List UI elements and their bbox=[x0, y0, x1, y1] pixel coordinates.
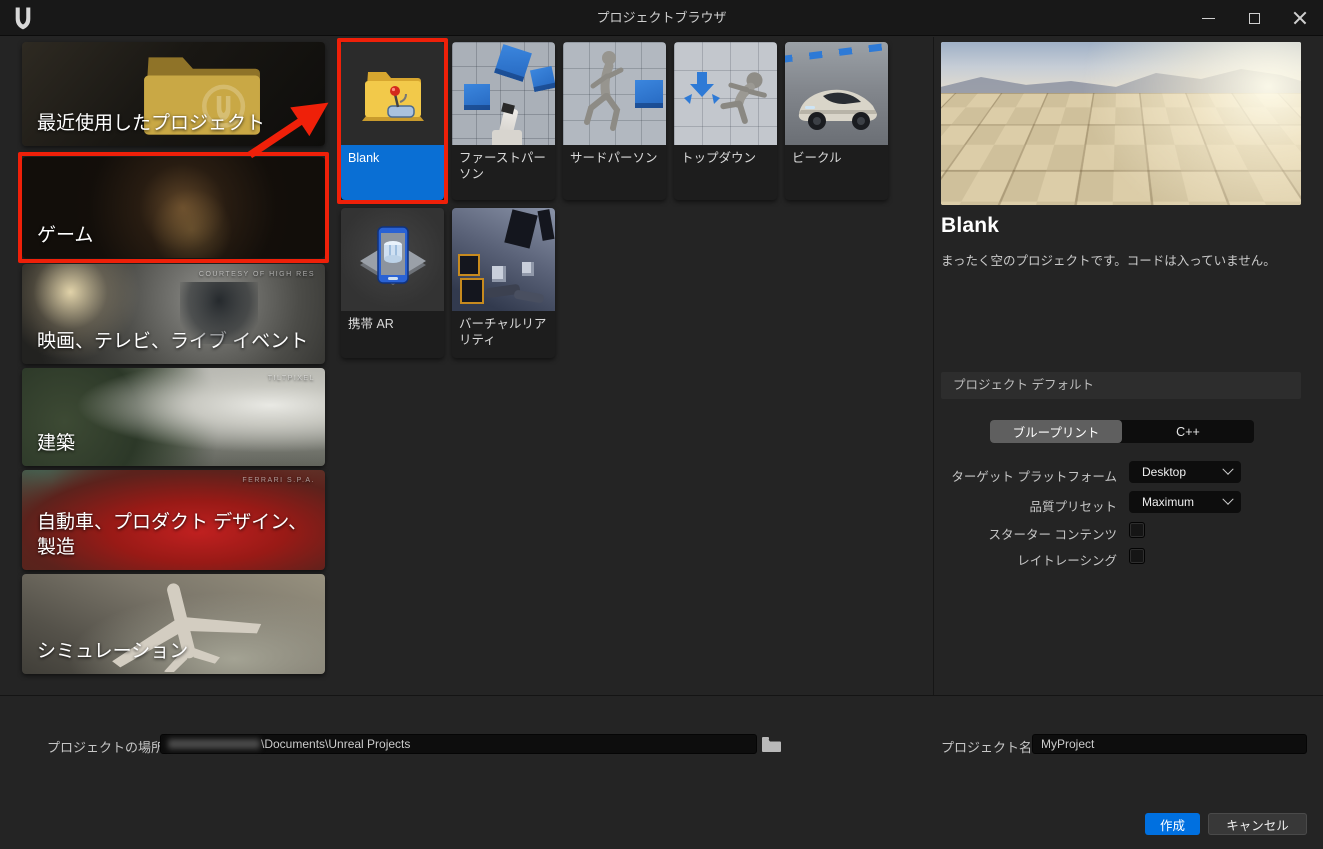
third-person-thumbnail bbox=[563, 42, 666, 145]
template-tile-first-person[interactable]: ファーストパーソン bbox=[452, 42, 555, 200]
category-tile-architecture[interactable]: TILTPIXEL 建築 bbox=[22, 368, 325, 466]
minimize-icon bbox=[1202, 18, 1215, 19]
image-credit-watermark: FERRARI S.P.A. bbox=[242, 477, 315, 484]
quality-preset-dropdown[interactable]: Maximum bbox=[1129, 491, 1241, 513]
window-controls bbox=[1185, 0, 1323, 36]
category-tile-film-tv[interactable]: COURTESY OF HIGH RES 映画、テレビ、ライブ イベント bbox=[22, 264, 325, 364]
template-tile-third-person[interactable]: サードパーソン bbox=[563, 42, 666, 200]
mannequin-top-view-figure bbox=[706, 54, 777, 136]
template-label: ファーストパーソン bbox=[452, 145, 555, 200]
project-defaults-header: プロジェクト デフォルト bbox=[941, 372, 1301, 399]
running-mannequin-figure bbox=[577, 46, 637, 142]
raytracing-label: レイトレーシング bbox=[817, 550, 1117, 569]
quality-preset-value: Maximum bbox=[1142, 495, 1224, 509]
category-label: 建築 bbox=[37, 432, 313, 456]
template-label: 携帯 AR bbox=[341, 311, 444, 358]
track-edge-markers bbox=[785, 42, 888, 63]
quality-preset-label: 品質プリセット bbox=[817, 496, 1117, 515]
category-label: シミュレーション bbox=[37, 640, 313, 664]
category-tile-simulation[interactable]: シミュレーション bbox=[22, 574, 325, 674]
target-platform-value: Desktop bbox=[1142, 465, 1224, 479]
ar-phone-icon bbox=[354, 223, 432, 297]
template-label: ビークル bbox=[785, 145, 888, 200]
raytracing-checkbox[interactable] bbox=[1129, 548, 1145, 564]
project-location-label: プロジェクトの場所 bbox=[47, 737, 164, 756]
template-label: Blank bbox=[341, 145, 444, 200]
starter-content-checkbox[interactable] bbox=[1129, 522, 1145, 538]
template-label: バーチャルリアリティ bbox=[452, 311, 555, 358]
chevron-down-icon bbox=[1222, 494, 1233, 505]
footer-divider bbox=[0, 695, 1323, 696]
project-name-label: プロジェクト名 bbox=[941, 737, 1032, 756]
chevron-down-icon bbox=[1222, 464, 1233, 475]
maximize-icon bbox=[1249, 13, 1260, 24]
title-bar: プロジェクトブラウザ bbox=[0, 0, 1323, 36]
browse-folder-button[interactable] bbox=[761, 736, 781, 753]
close-button[interactable] bbox=[1277, 0, 1323, 36]
top-down-thumbnail bbox=[674, 42, 777, 145]
project-browser-window: プロジェクトブラウザ 最近使用したプロジェクト ゲーム COURTESY OF … bbox=[0, 0, 1323, 849]
category-label: 最近使用したプロジェクト bbox=[37, 112, 313, 136]
category-tile-automotive[interactable]: FERRARI S.P.A. 自動車、プロダクト デザイン、製造 bbox=[22, 470, 325, 570]
folder-gamepad-icon bbox=[360, 64, 426, 124]
virtual-reality-thumbnail bbox=[452, 208, 555, 311]
project-name-input[interactable] bbox=[1032, 734, 1307, 754]
target-platform-label: ターゲット プラットフォーム bbox=[817, 466, 1117, 485]
preview-sun-glow bbox=[1074, 42, 1301, 205]
selected-template-description: まったく空のプロジェクトです。コードは入っていません。 bbox=[941, 250, 1301, 269]
project-type-toggle: ブループリント C++ bbox=[990, 420, 1254, 443]
category-tile-games[interactable]: ゲーム bbox=[22, 157, 325, 258]
category-tile-recent-projects[interactable]: 最近使用したプロジェクト bbox=[22, 42, 325, 146]
selected-template-title: Blank bbox=[941, 214, 999, 238]
template-label: サードパーソン bbox=[563, 145, 666, 200]
project-location-input[interactable]: \Documents\Unreal Projects bbox=[160, 734, 757, 754]
vehicle-thumbnail bbox=[785, 42, 888, 145]
project-location-value: \Documents\Unreal Projects bbox=[261, 737, 410, 751]
create-button[interactable]: 作成 bbox=[1145, 813, 1200, 835]
toggle-blueprint[interactable]: ブループリント bbox=[990, 420, 1122, 443]
sports-car-image bbox=[787, 66, 887, 140]
cancel-button[interactable]: キャンセル bbox=[1208, 813, 1307, 835]
template-tile-handheld-ar[interactable]: 携帯 AR bbox=[341, 208, 444, 358]
first-person-thumbnail bbox=[452, 42, 555, 145]
panel-divider-vertical bbox=[933, 37, 934, 695]
template-preview-image bbox=[941, 42, 1301, 205]
template-tile-top-down[interactable]: トップダウン bbox=[674, 42, 777, 200]
template-tile-vehicle[interactable]: ビークル bbox=[785, 42, 888, 200]
template-tile-blank[interactable]: Blank bbox=[341, 42, 444, 200]
handheld-ar-thumbnail bbox=[341, 208, 444, 311]
template-label: トップダウン bbox=[674, 145, 777, 200]
close-icon bbox=[1293, 11, 1307, 25]
image-credit-watermark: TILTPIXEL bbox=[268, 375, 315, 382]
image-credit-watermark: COURTESY OF HIGH RES bbox=[199, 271, 315, 278]
category-label: 自動車、プロダクト デザイン、製造 bbox=[37, 511, 313, 560]
window-title: プロジェクトブラウザ bbox=[0, 0, 1323, 36]
maximize-button[interactable] bbox=[1231, 0, 1277, 36]
target-platform-dropdown[interactable]: Desktop bbox=[1129, 461, 1241, 483]
template-tile-virtual-reality[interactable]: バーチャルリアリティ bbox=[452, 208, 555, 358]
starter-content-label: スターター コンテンツ bbox=[817, 524, 1117, 543]
minimize-button[interactable] bbox=[1185, 0, 1231, 36]
category-label: ゲーム bbox=[37, 224, 313, 248]
blank-template-thumbnail bbox=[341, 42, 444, 145]
category-label: 映画、テレビ、ライブ イベント bbox=[37, 330, 313, 354]
redacted-path-segment bbox=[168, 739, 260, 749]
toggle-cpp[interactable]: C++ bbox=[1122, 420, 1254, 443]
